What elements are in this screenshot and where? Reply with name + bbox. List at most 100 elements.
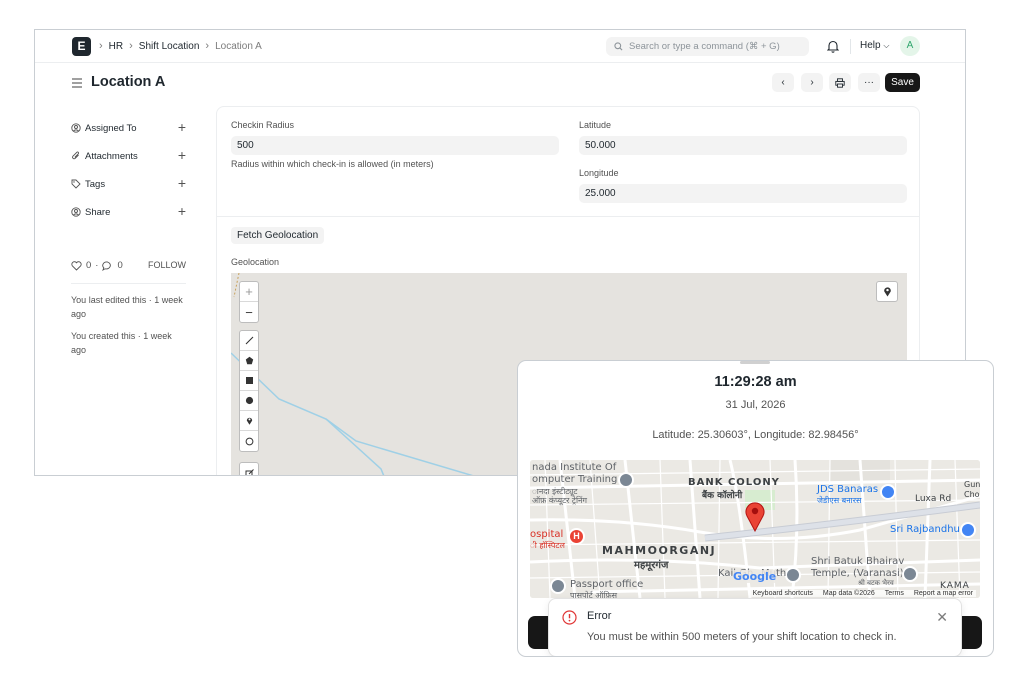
more-options-button[interactable]: ··· <box>858 73 880 92</box>
sidebar-item-label: Assigned To <box>85 122 137 134</box>
chevron-right-icon: › <box>99 40 103 52</box>
user-circle-icon <box>71 123 81 133</box>
plus-icon[interactable]: + <box>178 120 186 134</box>
terms-link[interactable]: Terms <box>885 590 904 597</box>
error-icon <box>562 610 577 625</box>
bell-icon[interactable] <box>827 40 839 53</box>
sidebar-item-label: Attachments <box>85 150 138 162</box>
edit-layers-icon[interactable] <box>240 463 258 475</box>
temple-icon[interactable] <box>902 566 918 582</box>
previous-button[interactable]: ‹ <box>772 73 794 92</box>
draw-polyline-icon[interactable] <box>240 331 258 351</box>
breadcrumb-shift-location[interactable]: Shift Location <box>139 41 200 52</box>
checkin-radius-label: Checkin Radius <box>231 120 295 130</box>
avatar[interactable]: A <box>900 36 920 56</box>
heart-icon[interactable] <box>71 260 82 271</box>
breadcrumb-current[interactable]: Location A <box>215 41 262 52</box>
map-attribution: Keyboard shortcuts Map data ©2026 Terms … <box>749 590 976 597</box>
checkin-dialog: 11:29:28 am 31 Jul, 2026 Latitude: 25.30… <box>517 360 994 657</box>
search-placeholder: Search or type a command (⌘ + G) <box>629 41 780 52</box>
map-label: ऑफ़ कंप्यूटर ट्रेनिंग <box>532 496 587 505</box>
temple-icon[interactable] <box>785 567 801 583</box>
map-label: Chor <box>964 490 980 499</box>
map-label: BANK COLONY <box>688 477 780 488</box>
sidebar-item-share[interactable]: Share + <box>71 198 186 226</box>
page-head: Location A ‹ › ··· Save <box>35 63 965 103</box>
comment-icon[interactable] <box>102 261 113 271</box>
location-map[interactable]: nada Institute Of omputer Training ानदा … <box>530 460 980 598</box>
report-map-error-link[interactable]: Report a map error <box>914 590 973 597</box>
office-icon[interactable] <box>550 578 566 594</box>
likes-comments-row: 0 · 0 FOLLOW <box>71 260 186 271</box>
checkin-radius-input[interactable]: 500 <box>231 136 559 155</box>
longitude-input[interactable]: 25.000 <box>579 184 907 203</box>
map-label: MAHMOORGANJ <box>602 544 717 557</box>
shopping-poi-icon[interactable] <box>880 484 896 500</box>
drag-handle[interactable] <box>740 361 770 364</box>
draw-marker-icon[interactable] <box>240 411 258 431</box>
plus-icon[interactable]: + <box>178 176 186 190</box>
navbar-divider <box>850 39 851 54</box>
sidebar-item-label: Tags <box>85 178 106 190</box>
app-logo[interactable]: E <box>72 37 91 56</box>
draw-circlemarker-icon[interactable] <box>240 431 258 451</box>
draw-circle-icon[interactable] <box>240 391 258 411</box>
keyboard-shortcuts-link[interactable]: Keyboard shortcuts <box>753 590 813 597</box>
map-pin-icon[interactable] <box>744 501 766 532</box>
next-button[interactable]: › <box>801 73 823 92</box>
map-label: Temple, (Varanasi) <box>811 568 904 579</box>
map-label: ी हॉस्पिटल <box>530 541 565 550</box>
print-button[interactable] <box>829 73 851 92</box>
breadcrumb-hr[interactable]: HR <box>109 41 123 52</box>
menu-icon[interactable] <box>71 78 83 88</box>
chevron-right-icon: › <box>205 40 210 52</box>
printer-icon <box>835 77 845 88</box>
plus-icon[interactable]: + <box>178 204 186 218</box>
help-dropdown[interactable]: Help ⌵ <box>860 40 889 51</box>
sidebar-divider <box>71 283 186 284</box>
sidebar-item-assigned-to[interactable]: Assigned To + <box>71 114 186 142</box>
map-label: Shri Batuk Bhairav <box>811 556 905 567</box>
map-label: Passport office <box>570 579 644 590</box>
zoom-control: + − <box>239 281 259 323</box>
section-divider <box>217 216 919 217</box>
save-button[interactable]: Save <box>885 73 920 92</box>
locate-button[interactable] <box>876 281 898 302</box>
hospital-icon[interactable]: H <box>568 528 585 545</box>
latitude-label: Latitude <box>579 120 612 130</box>
map-label: बैंक कॉलोनी <box>702 491 743 501</box>
checkin-coordinates: Latitude: 25.30603°, Longitude: 82.98456… <box>652 429 859 441</box>
sidebar-item-tags[interactable]: Tags + <box>71 170 186 198</box>
map-pin-icon <box>883 287 891 297</box>
map-label: nada Institute Of <box>532 462 617 473</box>
paperclip-icon <box>72 151 80 160</box>
edit-toolbar <box>239 462 259 475</box>
map-label: omputer Training <box>532 474 618 485</box>
plus-icon[interactable]: + <box>178 148 186 162</box>
follow-button[interactable]: FOLLOW <box>148 260 186 270</box>
toast-message: You must be within 500 meters of your sh… <box>587 631 897 643</box>
draw-polygon-icon[interactable] <box>240 351 258 371</box>
error-toast: Error You must be within 500 meters of y… <box>548 598 962 656</box>
share-user-icon <box>71 207 81 217</box>
map-label: पासपोर्ट ऑफ़िस <box>570 591 618 598</box>
close-icon[interactable]: ✕ <box>936 609 948 626</box>
fetch-geolocation-button[interactable]: Fetch Geolocation <box>231 227 325 244</box>
search-input[interactable]: Search or type a command (⌘ + G) <box>606 37 809 56</box>
dot-separator: · <box>95 260 99 271</box>
created-note: You created this · 1 week ago <box>71 331 172 355</box>
shopping-poi-icon[interactable] <box>960 522 976 538</box>
checkin-date: 31 Jul, 2026 <box>725 399 786 411</box>
like-count: 0 <box>86 260 92 271</box>
form-sidebar: Assigned To + Attachments + Tags + Share… <box>71 114 186 226</box>
comment-count: 0 <box>117 260 123 271</box>
latitude-input[interactable]: 50.000 <box>579 136 907 155</box>
school-icon[interactable] <box>618 472 634 488</box>
chevron-down-icon: ⌵ <box>883 41 890 50</box>
draw-rectangle-icon[interactable] <box>240 371 258 391</box>
sidebar-item-attachments[interactable]: Attachments + <box>71 142 186 170</box>
zoom-in-button[interactable]: + <box>240 282 258 302</box>
checkin-radius-description: Radius within which check-in is allowed … <box>231 159 434 169</box>
tag-icon <box>71 179 81 189</box>
zoom-out-button[interactable]: − <box>240 302 258 322</box>
